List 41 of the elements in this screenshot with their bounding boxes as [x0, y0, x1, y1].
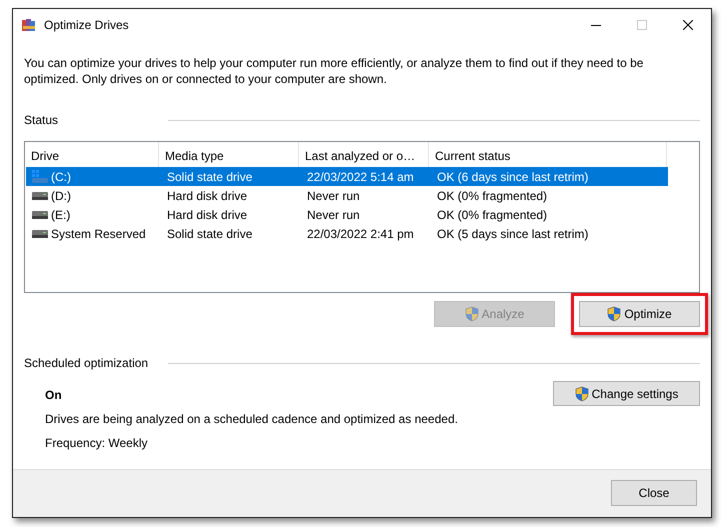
last-analyzed-cell-text: 22/03/2022 5:14 am: [306, 168, 415, 186]
schedule-description: Drives are being analyzed on a scheduled cadence and optimized as needed.: [45, 411, 458, 428]
status-cell-text: OK (0% fragmented): [436, 188, 548, 204]
window-title: Optimize Drives: [44, 17, 129, 34]
frequency-text: Frequency: Weekly: [45, 435, 148, 452]
drive-row[interactable]: System Reserved Solid state drive 22/03/2022 2:41 pm OK (5 days since last retrim): [26, 224, 700, 243]
description-text: You can optimize your drives to help your computer run more efficiently, or analyze them to find out if they need to be optimized. Only drives on or connected to your computer are shown.: [24, 55, 644, 87]
shield-icon: [464, 306, 479, 322]
last-analyzed-cell-text: Never run: [306, 188, 361, 204]
drive-icon: [32, 230, 48, 238]
media-type-cell-text: Solid state drive: [166, 226, 254, 242]
shield-icon: [607, 306, 622, 322]
media-type-cell-text: Solid state drive: [166, 168, 254, 186]
maximize-icon: [637, 20, 647, 30]
app-icon: [21, 17, 37, 33]
minimize-icon: [591, 24, 601, 26]
media-type-cell-text: Hard disk drive: [166, 188, 248, 204]
drive-row[interactable]: (C:) Solid state drive 22/03/2022 5:14 am OK (6 days since last retrim): [26, 167, 668, 186]
drive-name: (D:): [51, 188, 71, 204]
drive-icon: [32, 210, 48, 218]
system-drive-icon: [32, 170, 48, 184]
drive-row[interactable]: (D:) Hard disk drive Never run OK (0% fragmented): [26, 186, 700, 205]
status-cell-text: OK (6 days since last retrim): [436, 168, 590, 186]
close-icon: [683, 20, 693, 30]
section-heading: Status: [24, 112, 58, 129]
status-cell-text: OK (5 days since last retrim): [436, 226, 590, 242]
drive-name: (E:): [51, 206, 70, 224]
last-analyzed-cell-text: 22/03/2022 2:41 pm: [306, 226, 415, 242]
last-analyzed-cell-text: Never run: [306, 206, 361, 224]
drive-row[interactable]: (E:) Hard disk drive Never run OK (0% fragmented): [26, 205, 700, 224]
action-button[interactable]: Optimize: [579, 301, 700, 327]
close-button[interactable]: Close: [611, 480, 697, 506]
status-cell-text: OK (0% fragmented): [436, 206, 548, 224]
change-settings-button[interactable]: Change settings: [553, 381, 700, 406]
drive-name: (C:): [51, 168, 71, 186]
drive-icon: [32, 192, 48, 200]
drive-name: System Reserved: [51, 226, 146, 242]
shield-icon: [574, 386, 589, 402]
media-type-cell-text: Hard disk drive: [166, 206, 248, 224]
schedule-state: On: [45, 387, 63, 404]
section-heading: Scheduled optimization: [24, 355, 148, 372]
